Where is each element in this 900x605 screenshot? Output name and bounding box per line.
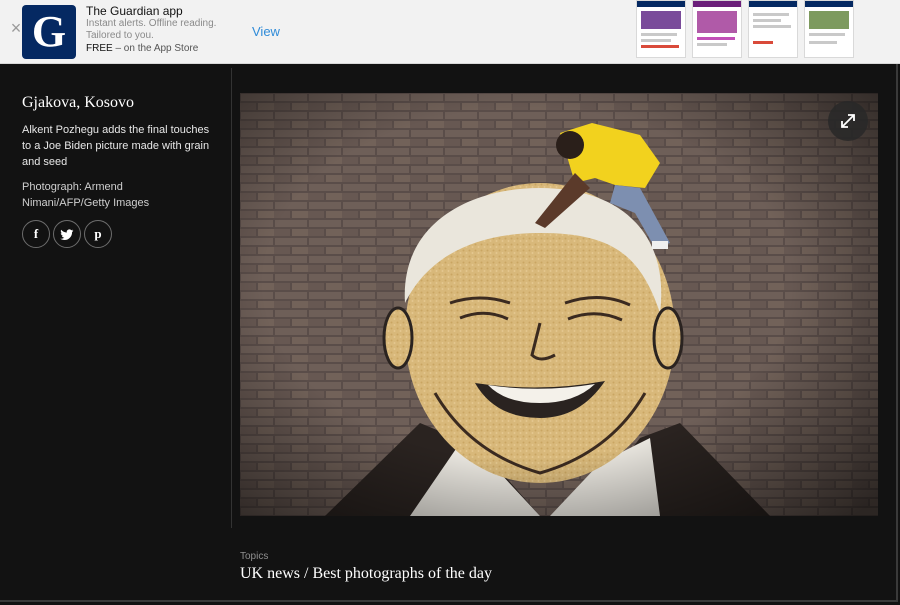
app-name: The Guardian app	[86, 4, 183, 18]
photo-credit: Photograph: Armend Nimani/AFP/Getty Imag…	[22, 181, 150, 209]
topic-link-uk-news[interactable]: UK news	[240, 565, 300, 582]
view-app-link[interactable]: View	[252, 24, 280, 39]
topic-link-best-photographs[interactable]: Best photographs of the day	[312, 565, 492, 582]
share-buttons: f p	[22, 220, 115, 248]
app-tagline-1: Instant alerts. Offline reading.	[86, 18, 217, 29]
logo-letter: G	[31, 7, 67, 56]
twitter-icon[interactable]	[53, 220, 81, 248]
store-label: – on the App Store	[112, 43, 199, 54]
photo-location: Gjakova, Kosovo	[22, 94, 134, 111]
photo-image	[240, 93, 878, 516]
app-screenshot-thumb	[636, 0, 686, 58]
topics-links: UK news / Best photographs of the day	[240, 565, 492, 583]
guardian-app-logo: G	[22, 5, 76, 59]
app-banner: × G The Guardian app Instant alerts. Off…	[0, 0, 900, 64]
expand-icon[interactable]	[828, 101, 868, 141]
topics-label: Topics	[240, 551, 269, 562]
pinterest-icon[interactable]: p	[84, 220, 112, 248]
app-price: FREE – on the App Store	[86, 42, 236, 55]
app-info: The Guardian app Instant alerts. Offline…	[86, 4, 236, 55]
app-tagline-2: Tailored to you.	[86, 30, 154, 41]
price-label: FREE	[86, 43, 113, 54]
facebook-icon[interactable]: f	[22, 220, 50, 248]
app-screenshot-thumb	[804, 0, 854, 58]
topic-separator: /	[300, 565, 313, 582]
app-screenshots	[634, 0, 860, 60]
app-screenshot-thumb	[748, 0, 798, 58]
gallery-photo[interactable]	[240, 93, 878, 516]
photo-caption: Alkent Pozhegu adds the final touches to…	[22, 124, 210, 168]
column-divider	[231, 68, 232, 528]
app-screenshot-thumb	[692, 0, 742, 58]
